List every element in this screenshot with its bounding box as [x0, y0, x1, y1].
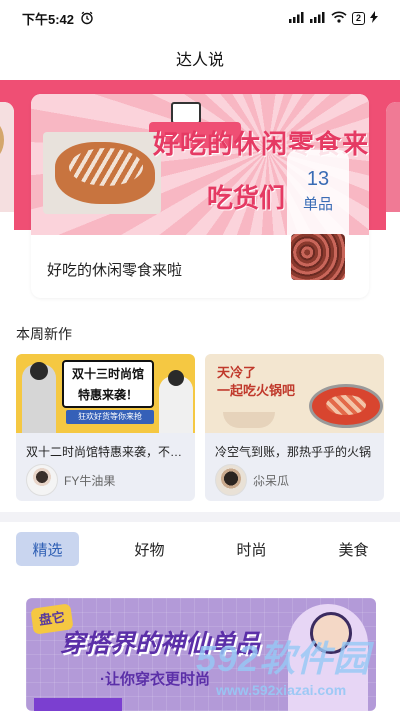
app-header: 达人说 [0, 36, 400, 80]
feature-title: 穿搭界的神仙单品 [60, 630, 261, 658]
item-count: 13 [306, 168, 330, 190]
weekly-card-thumbnail: 双十三时尚馆 特惠来袭！ 狂欢好货等你来抢 [16, 354, 195, 433]
avatar[interactable] [26, 464, 58, 496]
charging-icon [370, 10, 378, 26]
tab-goods[interactable]: 好物 [118, 532, 181, 566]
thumbnail-tag: 狂欢好货等你来抢 [66, 410, 154, 424]
model-figure [159, 370, 193, 433]
icing-shape [69, 148, 143, 186]
page-title: 达人说 [175, 52, 224, 69]
thumbnail-headline: 天冷了 一起吃火锅吧 [217, 364, 317, 400]
banner-card[interactable]: 好吃的休闲零食来 吃货们 好吃的休闲零食来啦 13 单品 [31, 94, 369, 298]
hotpot-illustration [309, 384, 383, 428]
section-title: 本周新作 [16, 326, 72, 342]
author-name[interactable]: FY牛油果 [64, 472, 115, 489]
banner-sub-headline: 吃货们 [207, 183, 286, 213]
avatar[interactable] [215, 464, 247, 496]
category-tabs: 精选 好物 时尚 美食 [0, 522, 400, 578]
feature-card[interactable]: 盘它 穿搭界的神仙单品 ·让你穿衣更时尚 [26, 598, 376, 711]
banner-card-next[interactable] [386, 102, 400, 298]
weekly-card-desc: 冷空气到账，那热乎乎的火锅 [215, 445, 372, 459]
author-name[interactable]: 尛呆瓜 [253, 472, 289, 489]
tab-food[interactable]: 美食 [322, 532, 385, 566]
tab-featured[interactable]: 精选 [16, 532, 79, 566]
model-figure [288, 604, 368, 711]
battery-icon: 2 [351, 11, 365, 25]
thumbnail-line: 特惠来袭！ [77, 388, 138, 402]
tab-fashion[interactable]: 时尚 [220, 532, 283, 566]
thumbnail-line: 双十三时尚馆 [71, 367, 144, 381]
banner-carousel[interactable]: 好吃的休闲零食来 吃货们 好吃的休闲零食来啦 13 单品 [0, 80, 400, 312]
status-time: 下午5:42 [22, 11, 75, 27]
status-bar: 下午5:42 2 [0, 0, 400, 36]
signal-icon [288, 11, 305, 26]
item-thumbnail [291, 234, 345, 280]
feature-section: 盘它 穿搭界的神仙单品 ·让你穿衣更时尚 [0, 578, 400, 711]
decor-stripe [34, 698, 122, 711]
banner-caption: 好吃的休闲零食来啦 [47, 262, 183, 279]
model-figure [22, 362, 56, 433]
banner-image [0, 102, 14, 212]
bowl-illustration [223, 412, 275, 428]
alarm-icon [80, 11, 94, 25]
signal-icon [309, 11, 326, 26]
thumbnail-line: 一起吃火锅吧 [217, 383, 296, 398]
item-count-panel[interactable]: 13 单品 [287, 150, 349, 286]
decor-sign [171, 102, 201, 124]
weekly-card-thumbnail: 天冷了 一起吃火锅吧 [205, 354, 384, 433]
weekly-card[interactable]: 天冷了 一起吃火锅吧 冷空气到账，那热乎乎的火锅 尛呆瓜 [205, 354, 384, 501]
banner-image [386, 102, 400, 212]
weekly-card[interactable]: 双十三时尚馆 特惠来袭！ 狂欢好货等你来抢 双十二时尚馆特惠来袭，不要错过 FY… [16, 354, 195, 501]
thumbnail-line: 天冷了 [217, 365, 257, 380]
item-count-unit: 单品 [302, 196, 333, 213]
thumbnail-headline: 双十三时尚馆 特惠来袭！ [62, 360, 154, 408]
weekly-section: 本周新作 双十三时尚馆 特惠来袭！ 狂欢好货等你来抢 双十二时尚馆特惠来袭，不要… [0, 312, 400, 512]
wifi-icon [331, 11, 347, 26]
banner-card-previous[interactable] [0, 102, 14, 298]
weekly-card-desc: 双十二时尚馆特惠来袭，不要错过 [26, 445, 186, 459]
feature-subtitle: ·让你穿衣更时尚 [100, 671, 210, 688]
